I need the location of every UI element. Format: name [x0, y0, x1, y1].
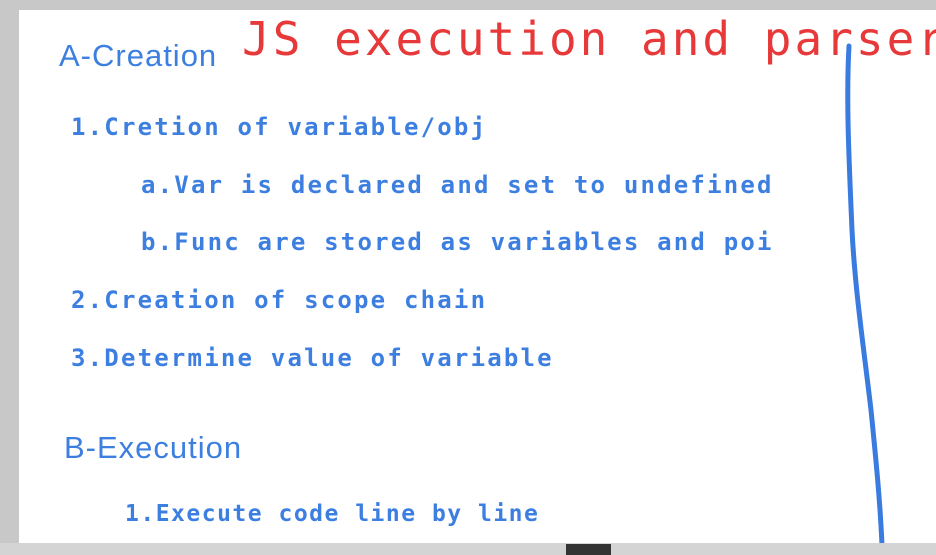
scrollbar-thumb[interactable] — [566, 544, 611, 555]
slide-canvas: JS execution and parser A-Creation 1.Cre… — [19, 10, 936, 543]
section-a-heading: A-Creation — [59, 38, 218, 73]
list-item: 2.Creation of scope chain — [71, 286, 488, 314]
list-item: 1.Execute code line by line — [125, 501, 540, 527]
list-item: b.Func are stored as variables and poi — [141, 228, 774, 256]
slide-title: JS execution and parser — [242, 12, 936, 66]
horizontal-scrollbar[interactable] — [0, 543, 936, 555]
list-item: 3.Determine value of variable — [71, 344, 554, 372]
list-item: a.Var is declared and set to undefined — [141, 171, 774, 199]
list-item: 1.Cretion of variable/obj — [71, 113, 488, 141]
section-b-heading: B-Execution — [64, 430, 243, 465]
